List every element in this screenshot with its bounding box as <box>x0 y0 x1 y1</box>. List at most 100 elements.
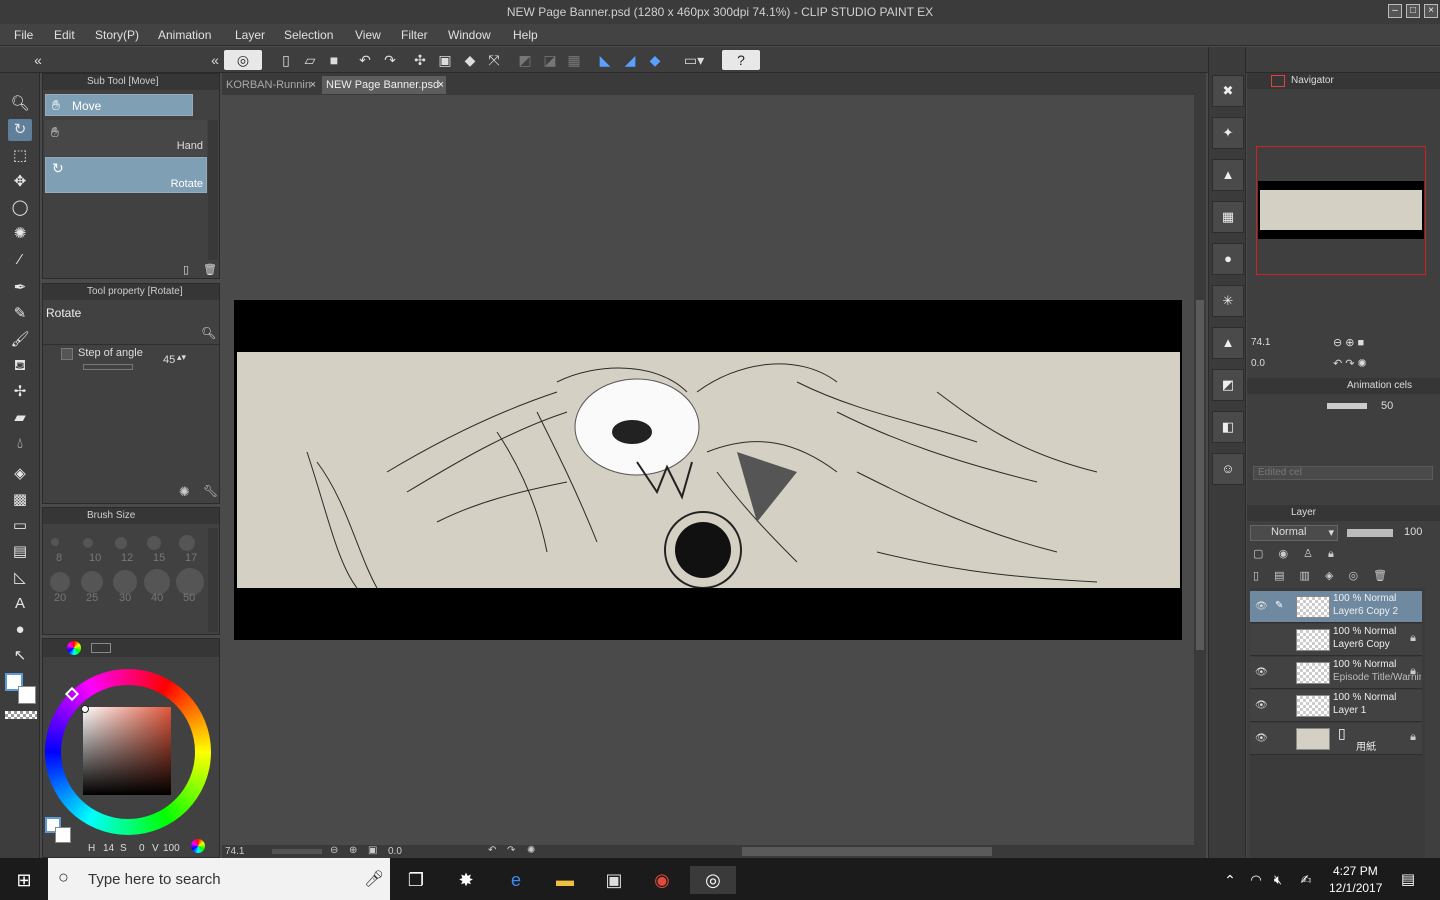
blend-tool-icon[interactable]: 💧︎ <box>8 433 32 455</box>
menu-animation[interactable]: Animation <box>158 28 211 42</box>
clock-time[interactable]: 4:27 PM <box>1333 864 1378 878</box>
color-slider-tab-icon[interactable] <box>91 643 111 653</box>
material-frame-icon[interactable]: ◩ <box>1212 369 1244 401</box>
layer-row[interactable]: 👁︎ 100 % Normal Episode Title/Warning 🔒︎ <box>1250 657 1422 689</box>
transform-icon[interactable]: ⤧ <box>484 50 504 70</box>
taskbar-search[interactable]: ○ Type here to search 🎤︎ <box>48 858 390 900</box>
cut-icon[interactable]: ▣ <box>435 50 455 70</box>
vertical-scrollbar[interactable] <box>1194 95 1206 845</box>
brush-size-25[interactable] <box>81 571 103 593</box>
brush-size-15[interactable] <box>147 536 161 550</box>
figure-tool-icon[interactable]: ▭ <box>8 515 32 537</box>
windows-start-icon[interactable]: ⊞ <box>10 866 38 894</box>
ruler-tool-icon[interactable]: ◺ <box>8 567 32 589</box>
clip-studio-taskbar-icon[interactable]: ◎ <box>690 866 736 894</box>
color-picker-handle[interactable] <box>81 705 89 713</box>
chrome-icon[interactable]: ◉ <box>648 866 676 894</box>
volume-muted-icon[interactable]: 🔇︎ <box>1264 866 1292 894</box>
transparent-color-swatch[interactable] <box>5 711 37 719</box>
snap-ruler-icon[interactable]: ◣ <box>595 50 615 70</box>
clip-studio-icon[interactable]: ◎ <box>224 50 262 70</box>
notifications-icon[interactable]: ▤ <box>1394 866 1422 894</box>
step-of-angle-spinner[interactable]: ▴▾ <box>177 352 186 363</box>
clear-icon[interactable]: ✣ <box>410 50 430 70</box>
zoom-tool-icon[interactable]: 🔍︎ <box>8 93 32 115</box>
gradient-tool-icon[interactable]: ▩ <box>8 489 32 511</box>
eye-icon[interactable]: 👁︎ <box>1255 700 1268 711</box>
status-angle[interactable]: 0.0 <box>388 846 402 857</box>
hue-value[interactable]: 14 <box>103 843 114 854</box>
vertical-scroll-thumb[interactable] <box>1196 300 1204 650</box>
correct-line-tool-icon[interactable]: ↖ <box>8 645 32 667</box>
chevron-up-icon[interactable]: ⌃ <box>1216 866 1244 894</box>
collapse-left-panel-icon[interactable]: « <box>205 50 225 70</box>
reset-rotation-icon[interactable]: ✺ <box>527 845 535 856</box>
material-effect-icon[interactable]: ✳ <box>1212 285 1244 317</box>
pencil-tool-icon[interactable]: ✎ <box>8 303 32 325</box>
sub-tool-scrollbar[interactable] <box>208 120 218 260</box>
fit-icon[interactable]: ▣ <box>368 845 377 856</box>
material-photo-icon[interactable]: ▲ <box>1212 327 1244 359</box>
selection-tool-icon[interactable]: ◯ <box>8 197 32 219</box>
new-sub-tool-icon[interactable]: ▯ <box>183 263 197 277</box>
microphone-icon[interactable]: 🎤︎ <box>364 869 384 889</box>
brush-size-12[interactable] <box>115 537 127 549</box>
tab-new-page-banner[interactable]: NEW Page Banner.psd × <box>322 76 446 94</box>
pen-workspace-icon[interactable]: ✍︎ <box>1292 866 1320 894</box>
eye-icon[interactable]: 👁︎ <box>1255 601 1268 612</box>
close-button[interactable]: × <box>1424 4 1438 18</box>
clock-date[interactable]: 12/1/2017 <box>1329 881 1382 895</box>
color-mode-icon[interactable] <box>191 839 205 853</box>
navigator-preview[interactable] <box>1256 146 1426 275</box>
edge-browser-icon[interactable]: e <box>502 866 530 894</box>
brush-size-scrollbar[interactable] <box>208 528 218 632</box>
navigator-zoom-out-icon[interactable]: ⊖ ⊕ ■ <box>1333 336 1364 349</box>
minimize-button[interactable]: – <box>1388 4 1402 18</box>
canvas-artwork[interactable] <box>237 352 1180 588</box>
move-tool-icon[interactable]: ↻ <box>8 119 32 141</box>
undo-icon[interactable]: ↶ <box>355 50 375 70</box>
sub-color-swatch[interactable] <box>18 686 36 704</box>
move-layer-tool-icon[interactable]: ✥ <box>8 171 32 193</box>
material-brush-icon[interactable]: ✦ <box>1212 117 1244 149</box>
task-view-icon[interactable]: ❐ <box>402 866 430 894</box>
app-icon-zbrush[interactable]: ✸ <box>452 866 480 894</box>
hue-ring[interactable] <box>45 669 211 835</box>
sub-tool-hand[interactable]: ✋︎ Hand <box>45 120 207 156</box>
rotate-left-icon[interactable]: ↶ <box>488 845 496 856</box>
material-image-icon[interactable]: ▲ <box>1212 159 1244 191</box>
brush-tool-icon[interactable]: 🖌︎ <box>8 329 32 351</box>
material-pose-icon[interactable]: ☺ <box>1212 453 1244 485</box>
menu-file[interactable]: File <box>14 28 33 42</box>
delete-sub-tool-icon[interactable]: 🗑︎ <box>203 263 217 277</box>
navigator-tab-icon[interactable] <box>1271 75 1285 87</box>
layer-row[interactable]: 👁︎ ✎ 100 % Normal Layer6 Copy 2 <box>1250 591 1422 623</box>
menu-view[interactable]: View <box>355 28 381 42</box>
color-wheel-tab-icon[interactable] <box>67 641 81 655</box>
menu-story[interactable]: Story(P) <box>95 28 139 42</box>
operation-tool-icon[interactable]: ⬚ <box>8 145 32 167</box>
fill-tool-icon[interactable]: ◈ <box>8 463 32 485</box>
tool-property-search-icon[interactable]: 🔍︎ <box>201 326 216 340</box>
eye-icon[interactable]: 👁︎ <box>1255 667 1268 678</box>
frame-tool-icon[interactable]: ▤ <box>8 541 32 563</box>
snap-grid-icon[interactable]: ◆ <box>645 50 665 70</box>
hue-handle[interactable] <box>64 686 80 702</box>
lock-icon[interactable]: 🔒︎ <box>1410 731 1416 744</box>
wrench-icon[interactable]: 🔧︎ <box>203 484 218 498</box>
material-icon[interactable]: ✖ <box>1212 75 1244 107</box>
pen-tool-icon[interactable]: ✒ <box>8 277 32 299</box>
snap-special-ruler-icon[interactable]: ◢ <box>620 50 640 70</box>
redo-icon[interactable]: ↷ <box>380 50 400 70</box>
tab-korban[interactable]: KORBAN-Runnin × <box>222 76 318 94</box>
eyedropper-tool-icon[interactable]: ⁄ <box>8 249 32 271</box>
layer-opacity-slider[interactable] <box>1347 529 1393 537</box>
material-tone-icon[interactable]: ▦ <box>1212 201 1244 233</box>
new-file-icon[interactable]: ▯ <box>276 50 296 70</box>
material-3d-icon[interactable]: ◧ <box>1212 411 1244 443</box>
navigator-angle[interactable]: 0.0 <box>1251 358 1265 369</box>
layer-action-icons[interactable]: ▯ ▤ ▥ ◈ ◎ 🗑︎ <box>1253 569 1393 582</box>
zoom-in-icon[interactable]: ⊕ <box>349 845 357 856</box>
selection-border-icon[interactable]: ▦ <box>564 50 584 70</box>
navigator-zoom[interactable]: 74.1 <box>1251 337 1270 348</box>
